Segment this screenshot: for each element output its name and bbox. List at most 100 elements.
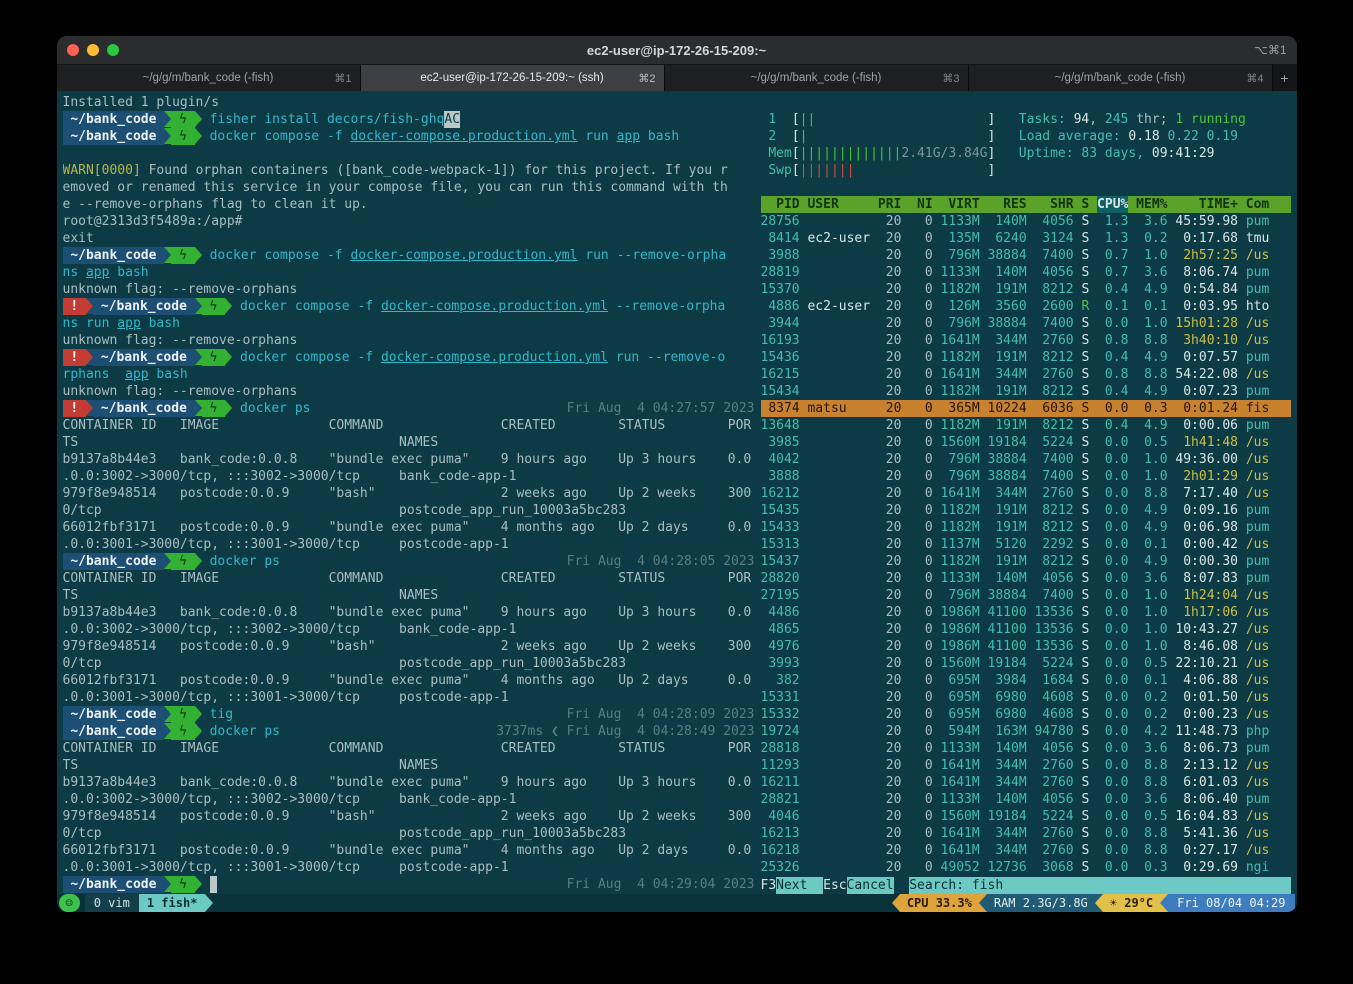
process-row[interactable]: 4486 20 0 1986M 41100 13536 S 0.0 1.0 1h… bbox=[761, 604, 1291, 621]
process-row[interactable]: 15331 20 0 695M 6980 4608 S 0.0 0.2 0:01… bbox=[761, 689, 1291, 706]
text-run: 1684 bbox=[1027, 672, 1074, 689]
process-row[interactable]: 15437 20 0 1182M 191M 8212 S 0.0 4.9 0:0… bbox=[761, 553, 1291, 570]
text-run: 11293 bbox=[761, 757, 800, 774]
text-run: ec2-user bbox=[800, 298, 878, 315]
terminal-line: unknown flag: --remove-orphans bbox=[63, 332, 755, 349]
text-run: root@2313d3f5489a:/app# bbox=[63, 213, 243, 230]
terminal-line: ~/bank_code ϟ Fri Aug 4 04:29:04 2023 bbox=[63, 876, 755, 893]
text-run: 1.0 bbox=[1128, 468, 1167, 485]
text-run: 0 bbox=[901, 366, 932, 383]
process-row[interactable]: 15313 20 0 1137M 5120 2292 S 0.0 0.1 0:0… bbox=[761, 536, 1291, 553]
text-run: ||||||| bbox=[800, 162, 855, 179]
process-row[interactable]: 28818 20 0 1133M 140M 4056 S 0.0 3.6 8:0… bbox=[761, 740, 1291, 757]
tab-shortcut: ⌘2 bbox=[638, 72, 655, 85]
process-row[interactable]: 15434 20 0 1182M 191M 8212 S 0.4 4.9 0:0… bbox=[761, 383, 1291, 400]
text-run: /us bbox=[1238, 706, 1269, 723]
process-row[interactable]: 4976 20 0 1986M 41100 13536 S 0.0 1.0 8:… bbox=[761, 638, 1291, 655]
zoom-button[interactable] bbox=[107, 44, 119, 56]
text-run: 4.9 bbox=[1128, 349, 1167, 366]
tab-bank-code-1[interactable]: ~/g/g/m/bank_code (-fish) ⌘1 bbox=[57, 65, 361, 91]
process-row[interactable]: 16215 20 0 1641M 344M 2760 S 0.8 8.8 54:… bbox=[761, 366, 1291, 383]
process-row[interactable]: 15332 20 0 695M 6980 4608 S 0.0 0.2 0:00… bbox=[761, 706, 1291, 723]
tab-shortcut: ⌘4 bbox=[1246, 72, 1263, 85]
process-row[interactable]: 19724 20 0 594M 163M 94780 S 0.0 4.2 11:… bbox=[761, 723, 1291, 740]
text-run: 0.0 bbox=[1089, 757, 1128, 774]
minimize-button[interactable] bbox=[87, 44, 99, 56]
text-run: 1641M bbox=[933, 757, 980, 774]
text-run: 8212 bbox=[1027, 383, 1074, 400]
process-row[interactable]: 28820 20 0 1133M 140M 4056 S 0.0 3.6 8:0… bbox=[761, 570, 1291, 587]
process-row[interactable]: 16193 20 0 1641M 344M 2760 S 0.8 8.8 3h4… bbox=[761, 332, 1291, 349]
htop-search-bar[interactable]: F3Next EscCancel Search: fish bbox=[761, 877, 1291, 894]
process-row[interactable]: 3988 20 0 796M 38884 7400 S 0.7 1.0 2h57… bbox=[761, 247, 1291, 264]
process-row[interactable]: 4865 20 0 1986M 41100 13536 S 0.0 1.0 10… bbox=[761, 621, 1291, 638]
text-run: ] bbox=[987, 128, 995, 145]
process-row[interactable]: 16211 20 0 1641M 344M 2760 S 0.0 8.8 6:0… bbox=[761, 774, 1291, 791]
text-run: S bbox=[1074, 519, 1090, 536]
terminal-line: .0.0:3001->3000/tcp, :::3001->3000/tcp p… bbox=[63, 536, 755, 553]
process-row[interactable]: 3985 20 0 1560M 19184 5224 S 0.0 0.5 1h4… bbox=[761, 434, 1291, 451]
tab-bank-code-4[interactable]: ~/g/g/m/bank_code (-fish) ⌘4 bbox=[969, 65, 1273, 91]
process-row[interactable]: 13648 20 0 1182M 191M 8212 S 0.4 4.9 0:0… bbox=[761, 417, 1291, 434]
htop-pane[interactable]: 1 [|| ] Tasks: 94, 245 thr; 1 running 2 … bbox=[755, 94, 1291, 894]
terminal-line: ~/bank_code ϟ docker compose -f docker-c… bbox=[63, 247, 755, 264]
process-row[interactable]: 16213 20 0 1641M 344M 2760 S 0.0 8.8 5:4… bbox=[761, 825, 1291, 842]
text-run: 20 bbox=[878, 519, 901, 536]
process-row[interactable]: 3944 20 0 796M 38884 7400 S 0.0 1.0 15h0… bbox=[761, 315, 1291, 332]
text-run: 7400 bbox=[1027, 451, 1074, 468]
text-run: 0 bbox=[901, 859, 932, 876]
process-row[interactable]: 15370 20 0 1182M 191M 8212 S 0.4 4.9 0:5… bbox=[761, 281, 1291, 298]
shell-pane[interactable]: Installed 1 plugin/s ~/bank_code ϟ fishe… bbox=[63, 94, 755, 894]
text-run: S bbox=[1074, 740, 1090, 757]
process-row[interactable]: 15433 20 0 1182M 191M 8212 S 0.0 4.9 0:0… bbox=[761, 519, 1291, 536]
text-run: TS NAMES bbox=[63, 434, 439, 451]
text-run: 163M bbox=[980, 723, 1027, 740]
new-tab-button[interactable]: + bbox=[1273, 65, 1297, 91]
process-row[interactable]: 28819 20 0 1133M 140M 4056 S 0.7 3.6 8:0… bbox=[761, 264, 1291, 281]
process-row[interactable]: 16212 20 0 1641M 344M 2760 S 0.0 8.8 7:1… bbox=[761, 485, 1291, 502]
close-button[interactable] bbox=[67, 44, 79, 56]
text-run: S bbox=[1074, 536, 1090, 553]
process-row[interactable]: 4042 20 0 796M 38884 7400 S 0.0 1.0 49:3… bbox=[761, 451, 1291, 468]
tab-bank-code-3[interactable]: ~/g/g/m/bank_code (-fish) ⌘3 bbox=[665, 65, 969, 91]
process-row[interactable]: 4046 20 0 1560M 19184 5224 S 0.0 0.5 16:… bbox=[761, 808, 1291, 825]
title-bar[interactable]: ec2-user@ip-172-26-15-209:~ ⌥⌘1 bbox=[57, 36, 1297, 65]
process-row[interactable]: 15436 20 0 1182M 191M 8212 S 0.4 4.9 0:0… bbox=[761, 349, 1291, 366]
process-row[interactable]: 15435 20 0 1182M 191M 8212 S 0.0 4.9 0:0… bbox=[761, 502, 1291, 519]
process-row[interactable]: 382 20 0 695M 3984 1684 S 0.0 0.1 4:06.8… bbox=[761, 672, 1291, 689]
text-run bbox=[202, 247, 210, 264]
text-run: CONTAINER ID IMAGE COMMAND CREATED STATU… bbox=[63, 417, 752, 434]
powerline-separator bbox=[195, 349, 202, 365]
text-run: 20 bbox=[878, 672, 901, 689]
process-table-header[interactable]: PID USER PRI NI VIRT RES SHR S CPU% MEM%… bbox=[761, 196, 1291, 213]
process-row[interactable]: 11293 20 0 1641M 344M 2760 S 0.0 8.8 2:1… bbox=[761, 757, 1291, 774]
terminal-line: 979f8e948514 postcode:0.0.9 "bash" 2 wee… bbox=[63, 638, 755, 655]
process-row[interactable]: 16218 20 0 1641M 344M 2760 S 0.0 8.8 0:2… bbox=[761, 842, 1291, 859]
process-row[interactable]: 28756 20 0 1133M 140M 4056 S 1.3 3.6 45:… bbox=[761, 213, 1291, 230]
process-row[interactable]: 8374 matsu 20 0 365M 10224 6036 S 0.0 0.… bbox=[761, 400, 1291, 417]
tmux-window-1[interactable]: 1 fish* bbox=[139, 894, 206, 912]
tab-ssh-active[interactable]: ec2-user@ip-172-26-15-209:~ (ssh) ⌘2 bbox=[361, 65, 665, 91]
text-run: 20 bbox=[878, 553, 901, 570]
process-row[interactable]: 3993 20 0 1560M 19184 5224 S 0.0 0.5 22:… bbox=[761, 655, 1291, 672]
process-row[interactable]: 28821 20 0 1133M 140M 4056 S 0.0 3.6 8:0… bbox=[761, 791, 1291, 808]
text-run: /us bbox=[1238, 485, 1269, 502]
text-run: 10224 bbox=[980, 400, 1027, 417]
process-row[interactable]: 4886 ec2-user 20 0 126M 3560 2600 R 0.1 … bbox=[761, 298, 1291, 315]
process-row[interactable]: 25326 20 0 49052 12736 3068 S 0.0 0.3 0:… bbox=[761, 859, 1291, 876]
tmux-window-0[interactable]: 0 vim bbox=[85, 894, 139, 912]
text-run: 8.8 bbox=[1128, 774, 1167, 791]
text-run: 1.0 bbox=[1128, 315, 1167, 332]
process-row[interactable]: 3888 20 0 796M 38884 7400 S 0.0 1.0 2h01… bbox=[761, 468, 1291, 485]
text-run bbox=[854, 162, 987, 179]
text-run: tig bbox=[210, 706, 233, 723]
text-run: 0 bbox=[901, 638, 932, 655]
search-input[interactable]: Search: fish bbox=[909, 877, 1290, 894]
text-run: S bbox=[1074, 502, 1090, 519]
text-run: S bbox=[1074, 485, 1090, 502]
text-run bbox=[800, 757, 878, 774]
prompt-path: ~/bank_code bbox=[63, 128, 165, 145]
process-row[interactable]: 8414 ec2-user 20 0 135M 6240 3124 S 1.3 … bbox=[761, 230, 1291, 247]
process-row[interactable]: 27195 20 0 796M 38884 7400 S 0.0 1.0 1h2… bbox=[761, 587, 1291, 604]
text-run: 0.0 bbox=[1089, 774, 1128, 791]
